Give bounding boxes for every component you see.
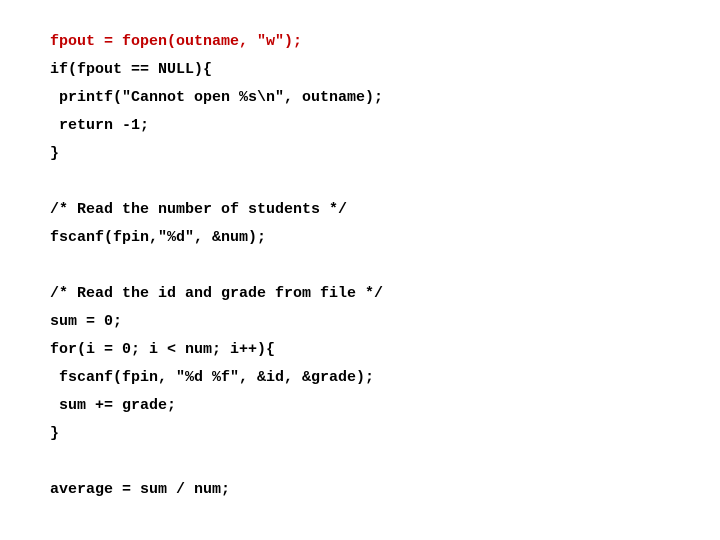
code-line: /* Read the number of students */ [50, 196, 670, 224]
code-line [50, 252, 670, 280]
code-line: } [50, 420, 670, 448]
code-block: fpout = fopen(outname, "w"); if(fpout ==… [0, 0, 720, 532]
code-line: fscanf(fpin,"%d", &num); [50, 224, 670, 252]
code-line: average = sum / num; [50, 476, 670, 504]
code-line: sum += grade; [50, 392, 670, 420]
code-line: return -1; [50, 112, 670, 140]
code-line: printf("Cannot open %s\n", outname); [50, 84, 670, 112]
code-line: sum = 0; [50, 308, 670, 336]
code-line: fscanf(fpin, "%d %f", &id, &grade); [50, 364, 670, 392]
code-line: /* Read the id and grade from file */ [50, 280, 670, 308]
code-line: for(i = 0; i < num; i++){ [50, 336, 670, 364]
code-line: fpout = fopen(outname, "w"); [50, 28, 670, 56]
code-line [50, 448, 670, 476]
code-line: if(fpout == NULL){ [50, 56, 670, 84]
code-line: } [50, 140, 670, 168]
code-line [50, 168, 670, 196]
